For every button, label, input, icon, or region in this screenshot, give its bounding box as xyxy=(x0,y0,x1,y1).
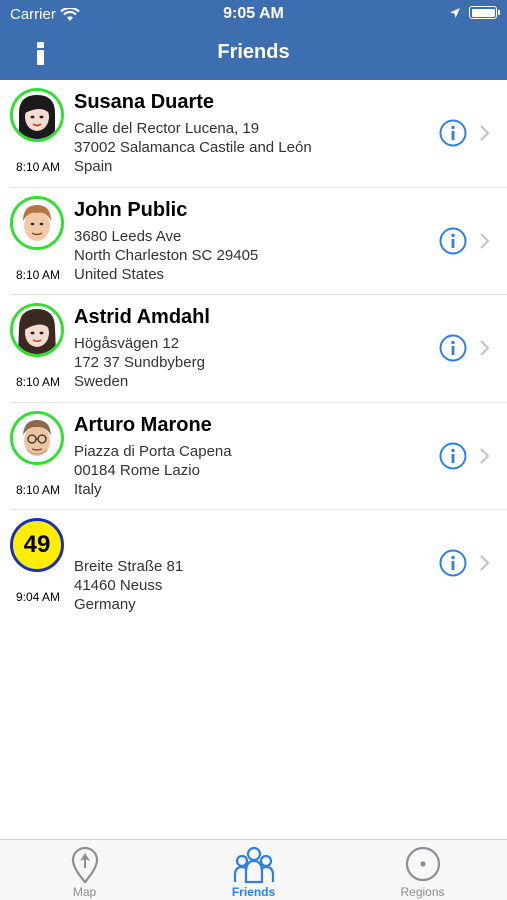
tab-label: Map xyxy=(72,885,97,899)
friend-row[interactable]: 8:10 AM Arturo Marone Piazza di Porta Ca… xyxy=(10,403,507,510)
address-line-2: North Charleston SC 29405 xyxy=(74,246,259,264)
last-seen-time: 8:10 AM xyxy=(15,375,61,389)
man-avatar xyxy=(10,195,64,250)
last-seen-time: 8:10 AM xyxy=(15,160,61,174)
friend-name: John Public xyxy=(74,198,188,221)
status-time: 9:05 AM xyxy=(223,5,284,22)
nav-bar: Friends xyxy=(0,28,507,80)
chevron-right-icon xyxy=(480,340,490,356)
friend-row[interactable]: 8:10 AM John Public 3680 Leeds Ave North… xyxy=(10,188,507,295)
location-arrow-icon xyxy=(450,7,460,18)
friend-name: Astrid Amdahl xyxy=(74,306,210,328)
address-line-3: Germany xyxy=(74,596,136,613)
address-line-2: 00184 Rome Lazio xyxy=(74,461,200,479)
address-line-1: Calle del Rector Lucena, 19 xyxy=(74,120,260,137)
number-badge: 49 xyxy=(10,518,64,572)
tab-map[interactable]: Map xyxy=(0,840,169,900)
info-circle-icon[interactable] xyxy=(439,227,467,255)
battery-icon xyxy=(469,6,500,19)
info-circle-icon[interactable] xyxy=(439,334,467,362)
page-title: Friends xyxy=(217,41,290,63)
last-seen-time: 8:10 AM xyxy=(15,482,61,497)
address-line-1: Breite Straße 81 xyxy=(74,558,184,575)
info-circle-icon[interactable] xyxy=(439,549,467,577)
tab-bar: Map Friends Regions xyxy=(0,839,507,900)
address-line-1: Piazza di Porta Capena xyxy=(74,442,232,460)
friend-row[interactable]: 8:10 AM Astrid Amdahl Högåsvägen 12 172 … xyxy=(10,295,507,403)
chevron-right-icon xyxy=(480,447,490,464)
address-line-1: 3680 Leeds Ave xyxy=(74,227,182,245)
tab-label: Friends xyxy=(231,885,276,899)
status-bar: Carrier 9:05 AM xyxy=(0,0,507,28)
tab-friends[interactable]: Friends xyxy=(169,840,338,900)
last-seen-time: 9:04 AM xyxy=(15,590,61,604)
address-line-3: Spain xyxy=(74,158,113,175)
header: Carrier 9:05 AM Friends xyxy=(0,0,507,80)
address-line-3: Italy xyxy=(74,480,102,498)
tab-regions[interactable]: Regions xyxy=(338,840,507,900)
address-line-1: Högåsvägen 12 xyxy=(74,335,180,352)
status-right xyxy=(449,6,500,19)
regions-icon xyxy=(405,846,440,882)
friends-list: 8:10 AM Susana Duarte Calle del Rector L… xyxy=(0,80,507,618)
woman-avatar xyxy=(10,88,64,142)
chevron-right-icon xyxy=(480,125,490,141)
info-circle-icon[interactable] xyxy=(439,119,467,147)
chevron-right-icon xyxy=(480,555,490,571)
address-line-2: 41460 Neuss xyxy=(74,577,163,594)
friend-row[interactable]: 8:10 AM Susana Duarte Calle del Rector L… xyxy=(10,80,507,188)
address-line-3: Sweden xyxy=(74,373,129,390)
last-seen-time: 8:10 AM xyxy=(15,267,61,282)
address-line-2: 37002 Salamanca Castile and León xyxy=(74,139,312,156)
chevron-right-icon xyxy=(480,232,490,249)
address-line-3: United States xyxy=(74,265,165,283)
info-circle-icon[interactable] xyxy=(439,442,467,470)
address-line-2: 172 37 Sundbyberg xyxy=(74,354,205,371)
tab-label: Regions xyxy=(400,885,445,899)
woman-avatar xyxy=(10,303,64,357)
friend-name: Arturo Marone xyxy=(74,413,212,436)
friend-row[interactable]: 49 9:04 AM Breite Straße 81 41460 Neuss … xyxy=(10,510,507,618)
man-glasses-avatar xyxy=(10,410,64,465)
friends-icon xyxy=(233,846,274,884)
map-pin-icon xyxy=(71,846,98,884)
friend-name: Susana Duarte xyxy=(74,91,215,113)
